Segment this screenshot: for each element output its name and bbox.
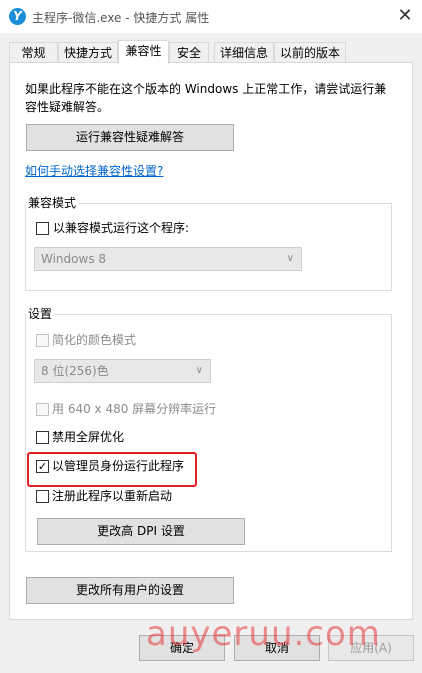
reduced-color-checkbox[interactable] [36, 334, 49, 347]
change-dpi-button[interactable]: 更改高 DPI 设置 [37, 518, 245, 545]
intro-text-line1: 如果此程序不能在这个版本的 Windows 上正常工作，请尝试运行兼 [25, 82, 387, 96]
manual-settings-link[interactable]: 如何手动选择兼容性设置? [25, 161, 163, 181]
register-restart-checkbox[interactable] [36, 490, 49, 503]
color-depth-select-value: 8 位(256)色 [41, 364, 109, 378]
window-title: 主程序-微信.exe - 快捷方式 属性 [32, 11, 210, 25]
compat-mode-checkbox[interactable] [36, 222, 49, 235]
watermark-text: auyeruu.com [146, 614, 381, 654]
tab-strip: 常规 快捷方式 兼容性 安全 详细信息 以前的版本 [9, 40, 413, 64]
tab-general[interactable]: 常规 [9, 42, 58, 63]
tab-compatibility[interactable]: 兼容性 [118, 40, 169, 64]
color-depth-select[interactable]: 8 位(256)色 ∨ [34, 359, 211, 383]
reduced-color-label: 简化的颜色模式 [52, 333, 137, 347]
tab-previous-versions[interactable]: 以前的版本 [274, 42, 346, 63]
tab-shortcut[interactable]: 快捷方式 [58, 42, 118, 63]
change-all-users-button[interactable]: 更改所有用户的设置 [26, 577, 234, 604]
tab-security[interactable]: 安全 [169, 42, 209, 63]
disable-fullscreen-checkbox[interactable] [36, 431, 49, 444]
resolution-label: 用 640 x 480 屏幕分辨率运行 [52, 402, 217, 416]
intro-text-line2: 容性疑难解答。 [25, 100, 110, 114]
register-restart-label: 注册此程序以重新启动 [52, 489, 173, 503]
compat-mode-checkbox-label: 以兼容模式运行这个程序: [53, 221, 190, 235]
resolution-checkbox[interactable] [36, 403, 49, 416]
settings-group-label: 设置 [26, 306, 55, 322]
os-version-select[interactable]: Windows 8 ∨ [34, 247, 302, 271]
title-bar: Y 主程序-微信.exe - 快捷方式 属性 ✕ [0, 0, 422, 33]
wechat-app-icon: Y [9, 8, 26, 25]
run-troubleshooter-button[interactable]: 运行兼容性疑难解答 [26, 124, 234, 151]
disable-fullscreen-label: 禁用全屏优化 [52, 430, 125, 444]
close-icon[interactable]: ✕ [392, 4, 418, 28]
compat-mode-group-label: 兼容模式 [26, 195, 79, 211]
highlight-annotation-box [27, 452, 197, 487]
tab-details[interactable]: 详细信息 [214, 42, 274, 63]
chevron-down-icon: ∨ [286, 253, 294, 264]
os-version-select-value: Windows 8 [41, 252, 107, 266]
chevron-down-icon: ∨ [195, 365, 203, 376]
